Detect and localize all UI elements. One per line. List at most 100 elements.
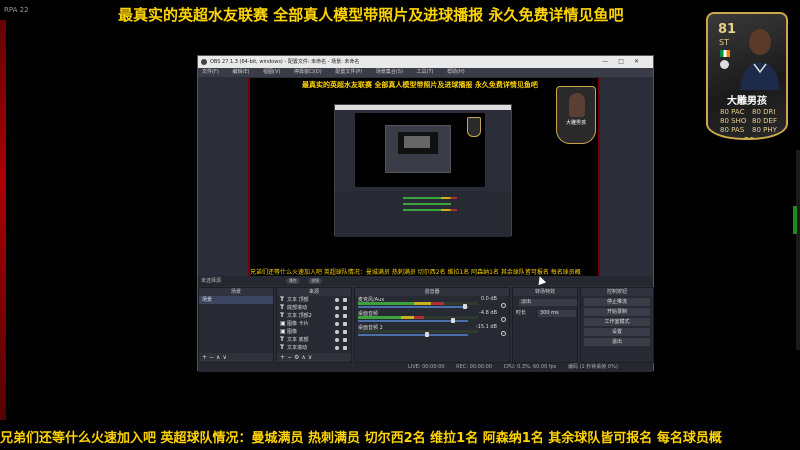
source-item[interactable]: T 文本滚动: [277, 344, 351, 352]
menu-tools[interactable]: 工具(T): [417, 69, 434, 75]
channel-db: -15.1 dB: [475, 324, 497, 330]
source-item[interactable]: T 文本 顶部2: [277, 312, 351, 320]
volume-meter-fill: [358, 302, 445, 305]
stat-def: 80 DEF: [752, 117, 777, 125]
stop-streaming-button[interactable]: 停止推流: [584, 298, 650, 306]
menu-docks[interactable]: 停靠窗口(D): [294, 69, 322, 75]
sources-dock: 来源 T 文本 顶部 T 底部滚动 T 文本 顶部2 ▣图像 卡片 ▣图像 T 文本 底…: [276, 287, 352, 363]
source-item[interactable]: ▣图像 卡片: [277, 320, 351, 328]
lock-icon[interactable]: [343, 322, 347, 326]
lock-icon[interactable]: [343, 306, 347, 310]
eye-icon[interactable]: [335, 338, 339, 342]
volume-slider-knob[interactable]: [451, 318, 455, 323]
menu-edit[interactable]: 编辑(E): [232, 69, 249, 75]
source-label: 图像: [287, 329, 298, 335]
controls-dock: 控制按钮 停止推流 开始录制 工作室模式 设置 退出: [580, 287, 654, 363]
nested-meter-2: [403, 203, 451, 205]
live-status: LIVE: 00:00:00: [408, 364, 445, 370]
menu-profile[interactable]: 配置文件(P): [335, 69, 362, 75]
stat-pas: 80 PAS: [720, 126, 745, 134]
scenes-dock: 场景 场景 +−∧∨: [198, 287, 274, 363]
eye-icon[interactable]: [335, 322, 339, 326]
image-source-icon: ▣: [280, 320, 286, 327]
window-controls[interactable]: —□✕: [602, 56, 649, 68]
eye-icon[interactable]: [335, 330, 339, 334]
studio-mode-button[interactable]: 工作室模式: [584, 318, 650, 326]
text-source-icon: T: [280, 304, 285, 311]
volume-meter: [358, 330, 478, 333]
mixer-header: 混音器: [355, 288, 509, 296]
lock-icon[interactable]: [343, 338, 347, 342]
volume-slider-knob[interactable]: [425, 332, 429, 337]
eye-icon[interactable]: [335, 346, 339, 350]
stat-dri: 80 DRI: [752, 108, 776, 116]
card-stats: 80 PAC 80 DRI 80 SHO 80 DEF 80 PAS 80 PH…: [720, 108, 780, 135]
nested-obs-window: [334, 104, 512, 237]
obs-titlebar[interactable]: OBS 27.1.3 (64-bit, windows) - 配置文件: 未命名…: [198, 56, 653, 68]
mixer-dock: 混音器 麦克风/Aux 0.0 dB 桌面音频 -4.8 dB 桌面音频 2 -…: [354, 287, 510, 363]
scenes-footer-controls[interactable]: +−∧∨: [199, 353, 273, 362]
volume-slider-knob[interactable]: [463, 304, 467, 309]
settings-button[interactable]: 设置: [584, 328, 650, 336]
lock-icon[interactable]: [343, 346, 347, 350]
menu-help[interactable]: 帮助(H): [447, 69, 465, 75]
lock-icon[interactable]: [343, 314, 347, 318]
filters-button[interactable]: 滤镜: [308, 278, 322, 284]
nested-inner-window: [385, 125, 451, 173]
channel-db: -4.8 dB: [479, 310, 497, 316]
preview-portrait: [569, 93, 585, 117]
lock-icon[interactable]: [343, 330, 347, 334]
obs-app-icon: [201, 59, 207, 65]
volume-meter: [358, 316, 478, 319]
source-item[interactable]: T 底部滚动: [277, 304, 351, 312]
top-banner-text: 最真实的英超水友联赛 全部真人模型带照片及进球播报 永久免费详情见鱼吧: [118, 6, 624, 24]
nested-docks: [335, 191, 511, 237]
transition-type-select[interactable]: 淡出: [519, 299, 577, 306]
eye-icon[interactable]: [335, 298, 339, 302]
properties-button[interactable]: 属性: [286, 278, 300, 284]
controls-header: 控制按钮: [581, 288, 653, 296]
obs-preview[interactable]: 最真实的英超水友联赛 全部真人模型带照片及进球播报 永久免费详情见鱼吧 大雕男孩: [248, 78, 600, 276]
nested-meter-3: [403, 209, 457, 211]
source-item[interactable]: ▣图像: [277, 328, 351, 336]
scene-item[interactable]: 场景: [199, 296, 273, 304]
cpu-status: CPU: 0.3%, 60.00 fps: [503, 364, 557, 370]
mixer-channel: 桌面音频 2 -15.1 dB: [355, 324, 509, 338]
start-recording-button[interactable]: 开始录制: [584, 308, 650, 316]
eye-icon[interactable]: [335, 314, 339, 318]
eye-icon[interactable]: [335, 306, 339, 310]
encoding-status: 编码 (1 秒钟丢帧 0%): [567, 364, 618, 370]
stat-sho: 80 SHO: [720, 117, 747, 125]
stat-phy: 80 PHY: [752, 126, 777, 134]
volume-meter-fill: [358, 316, 424, 319]
image-source-icon: ▣: [280, 328, 286, 335]
menu-view[interactable]: 视图(V): [263, 69, 280, 75]
preview-player-card: 大雕男孩: [556, 86, 596, 144]
obs-menubar: 文件(F) 编辑(E) 视图(V) 停靠窗口(D) 配置文件(P) 场景集合(S…: [198, 68, 653, 77]
source-label: 文本滚动: [287, 345, 308, 351]
exit-button[interactable]: 退出: [584, 338, 650, 346]
gear-icon[interactable]: [501, 303, 506, 308]
menu-scene-collection[interactable]: 场景集合(S): [376, 69, 403, 75]
red-edge-left: [0, 20, 6, 420]
volume-slider[interactable]: [358, 334, 468, 336]
gear-icon[interactable]: [501, 317, 506, 322]
transitions-header: 转场特效: [513, 288, 577, 296]
bottom-scroll-text: 兄弟们还等什么火速加入吧 英超球队情况：曼城满员 热刺满员 切尔西2名 维拉1名…: [0, 431, 722, 446]
lock-icon[interactable]: [343, 298, 347, 302]
gear-icon[interactable]: [501, 331, 506, 336]
source-toolbar: 未选择源 属性 滤镜: [198, 276, 653, 286]
menu-file[interactable]: 文件(F): [202, 69, 219, 75]
nested-meter-1: [403, 197, 457, 199]
card-position: ST: [719, 38, 729, 47]
source-item[interactable]: T 文本 底部: [277, 336, 351, 344]
sources-footer-controls[interactable]: +−⚙∧∨: [277, 353, 351, 362]
source-item[interactable]: T 文本 顶部: [277, 296, 351, 304]
source-label: 底部滚动: [287, 305, 308, 311]
volume-slider[interactable]: [358, 306, 468, 308]
duration-input[interactable]: 300 ms: [538, 310, 576, 317]
transitions-dock: 转场特效 淡出 时长 300 ms: [512, 287, 578, 363]
sources-header: 来源: [277, 288, 351, 296]
no-source-selected-label: 未选择源: [201, 278, 222, 284]
channel-db: 0.0 dB: [480, 296, 497, 302]
